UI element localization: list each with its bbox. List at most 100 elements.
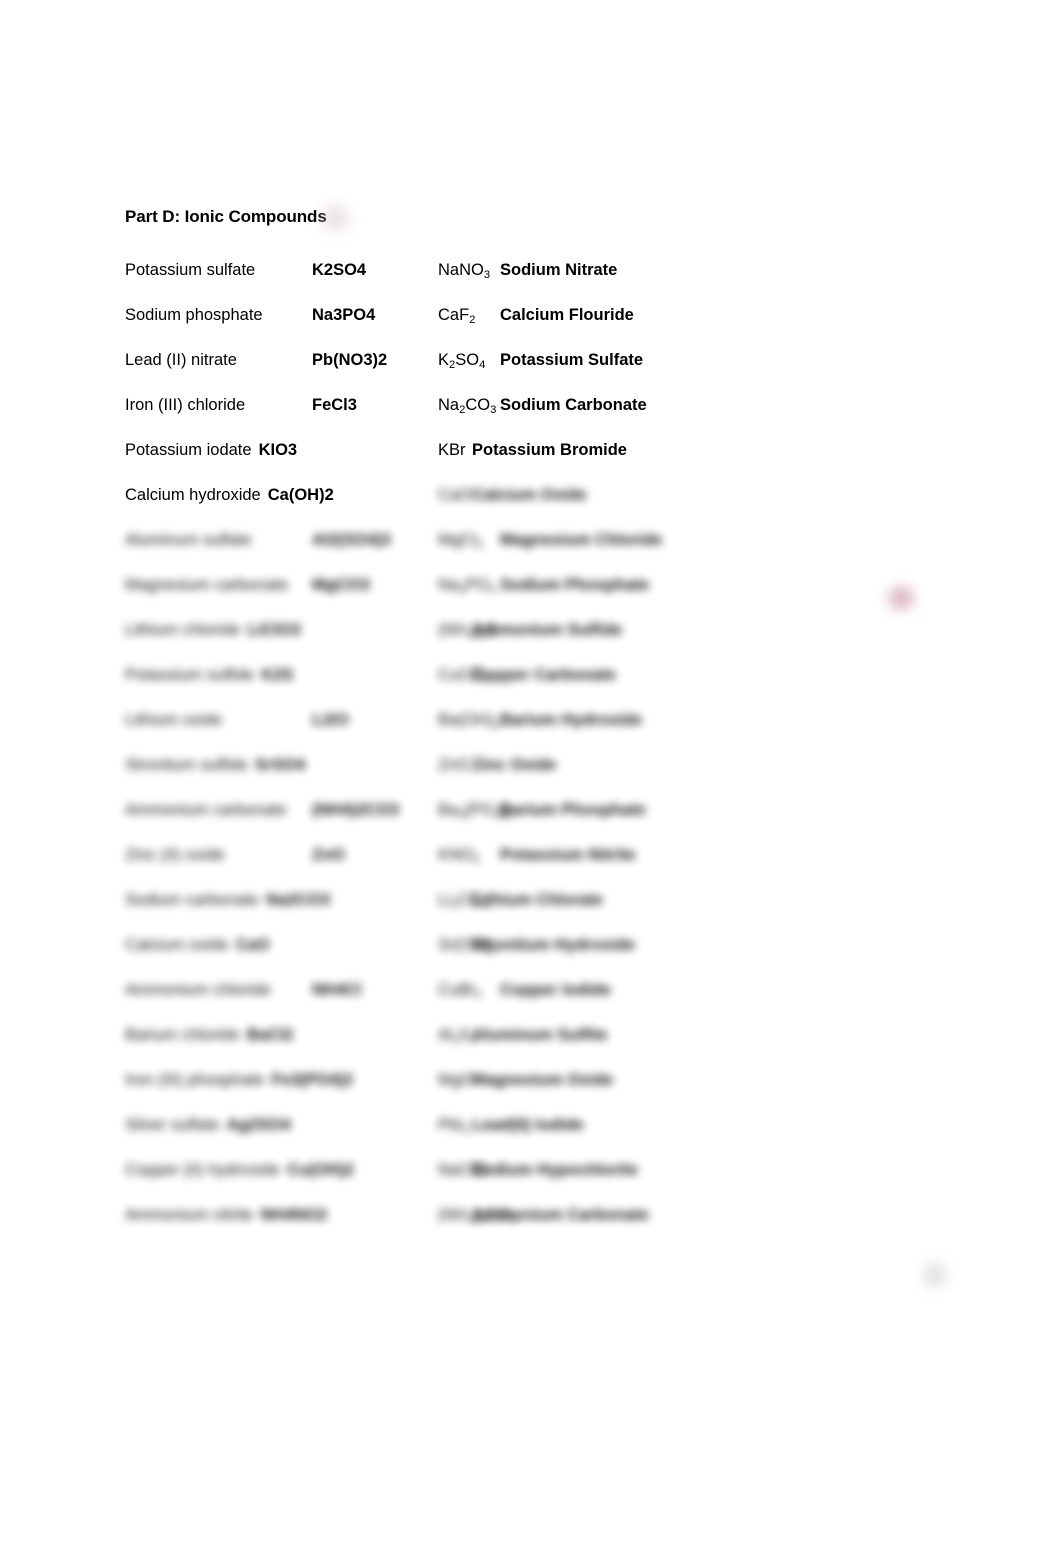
compound-formula: Na3PO4 <box>438 576 496 597</box>
compound-formula: PbI2 <box>438 1116 470 1137</box>
compound-left-pair: Sodium carbonate Na2CO3 <box>125 891 331 909</box>
compound-formula-answer: K2S <box>261 666 294 684</box>
footer-smudge-mark <box>923 1262 947 1288</box>
compound-left-pair: Calcium oxide CaO <box>125 936 270 954</box>
compound-left-pair: Potassium iodate KIO3 <box>125 441 298 459</box>
table-row: Iron (III) chloride FeCl3 Na2CO3 Sodium Car… <box>125 383 925 428</box>
table-row: Potassium iodate KIO3 KBr Potassium Bromide <box>125 428 925 473</box>
compound-name-answer: Aluminum Sulfite <box>472 1026 608 1044</box>
compound-formula-answer: Ca(OH)2 <box>267 486 334 504</box>
compound-name: Lithium oxide <box>125 711 223 729</box>
compound-name-answer: Lead(II) Iodide <box>472 1116 584 1134</box>
compound-formula: CuBr2 <box>438 981 482 1002</box>
compound-left-pair: Ammonium nitrite NH4NO2 <box>125 1206 328 1224</box>
table-row: Lithium chloride LiClO3 (NH4)2S Ammonium Su… <box>125 608 925 653</box>
compound-formula-answer: Pb(NO3)2 <box>312 351 388 369</box>
compound-name-answer: Calcium Flouride <box>500 306 634 324</box>
compound-left-pair: Iron (III) phosphate Fe3(PO4)2 <box>125 1071 353 1089</box>
compound-name: Barium chloride <box>125 1026 240 1044</box>
table-row: Ammonium nitrite NH4NO2 (NH4)2CO3 Ammonium … <box>125 1193 925 1238</box>
compound-formula-answer: KIO3 <box>258 441 298 459</box>
compound-formula-answer: CaO <box>235 936 270 954</box>
compound-formula-answer: ZnO <box>312 846 345 864</box>
compound-name: Iron (III) chloride <box>125 396 246 414</box>
compound-name-answer: Ammonium Sulfide <box>472 621 623 639</box>
compound-name-answer: Copper Carbonate <box>472 666 616 684</box>
compound-name: Aluminum sulfate <box>125 531 252 549</box>
compound-formula: CaO <box>438 486 472 504</box>
compound-name-answer: Calcium Oxide <box>472 486 587 504</box>
table-row: Ammonium chloride NH4Cl CuBr2 Copper Iodide <box>125 968 925 1013</box>
table-row: Strontium sulfide SrSO4 ZnO Zinc Oxide <box>125 743 925 788</box>
compound-name-answer: Potassium Sulfate <box>500 351 644 369</box>
compound-name-answer: Barium Phosphate <box>500 801 646 819</box>
compound-formula-answer: Ag2SO4 <box>226 1116 291 1134</box>
compound-formula: Ba(OH)2 <box>438 711 501 732</box>
compound-rows: Potassium sulfate K2SO4 NaNO3 Sodium Nitrat… <box>125 248 925 1238</box>
compound-left-pair: Copper (II) hydroxide Cu(OH)2 <box>125 1161 354 1179</box>
compound-name-answer: Magnesium Oxide <box>472 1071 614 1089</box>
compound-formula-answer: Na2CO3 <box>265 891 331 909</box>
compound-name-answer: Sodium Carbonate <box>500 396 647 414</box>
compound-name: Ammonium nitrite <box>125 1206 254 1224</box>
compound-name: Iron (III) phosphate <box>125 1071 265 1089</box>
compound-name: Potassium sulfate <box>125 261 256 279</box>
table-row: Lead (II) nitrate Pb(NO3)2 K2SO4 Potassium … <box>125 338 925 383</box>
compound-name: Sodium phosphate <box>125 306 263 324</box>
compound-formula-answer: BaCl2 <box>246 1026 294 1044</box>
table-row: Iron (III) phosphate Fe3(PO4)2 MgO Magnesiu… <box>125 1058 925 1103</box>
compound-formula-answer: NH4Cl <box>312 981 362 999</box>
compound-name: Sodium carbonate <box>125 891 259 909</box>
compound-name-answer: Strontium Hydroxide <box>472 936 636 954</box>
compound-name-answer: Copper Iodide <box>500 981 611 999</box>
compound-name-answer: Potassium Nitrite <box>500 846 636 864</box>
compound-name-answer: Sodium Hypochlorite <box>472 1161 638 1179</box>
compound-formula: Na2CO3 <box>438 396 497 417</box>
table-row: Potassium sulfide K2S CuCO3 Copper Carbonat… <box>125 653 925 698</box>
table-row: Barium chloride BaCl2 Al2S3 Aluminum Sulfit… <box>125 1013 925 1058</box>
compound-name-answer: Sodium Nitrate <box>500 261 618 279</box>
table-row: Ammonium carbonate (NH4)2CO3 Ba3(PO4)2 Bari… <box>125 788 925 833</box>
compound-name-answer: Sodium Phosphate <box>500 576 650 594</box>
compound-name: Potassium iodate <box>125 441 252 459</box>
compound-formula-answer: Na3PO4 <box>312 306 376 324</box>
compound-formula-answer: (NH4)2CO3 <box>312 801 400 819</box>
compound-formula-answer: NH4NO2 <box>260 1206 328 1224</box>
table-row: Sodium phosphate Na3PO4 CaF2 Calcium Flouri… <box>125 293 925 338</box>
compound-name: Strontium sulfide <box>125 756 248 774</box>
compound-left-pair: Potassium sulfide K2S <box>125 666 294 684</box>
compound-name-answer: Zinc Oxide <box>472 756 557 774</box>
compound-formula: Al2S3 <box>438 1026 477 1047</box>
compound-name: Magnesium carbonate <box>125 576 289 594</box>
table-row: Potassium sulfate K2SO4 NaNO3 Sodium Nitrat… <box>125 248 925 293</box>
compound-left-pair: Lithium chloride LiClO3 <box>125 621 301 639</box>
compound-name-answer: Ammonium Carbonate <box>472 1206 649 1224</box>
compound-formula: K2SO4 <box>438 351 486 372</box>
compound-formula-answer: Li2O <box>312 711 349 729</box>
compound-formula-answer: MgCO3 <box>312 576 370 594</box>
compound-formula: KBr <box>438 441 466 459</box>
table-row: Zinc (II) oxide ZnO KNO2 Potassium Nitrite <box>125 833 925 878</box>
compound-name: Calcium oxide <box>125 936 229 954</box>
compound-formula: KNO2 <box>438 846 481 867</box>
compound-name: Lead (II) nitrate <box>125 351 237 369</box>
compound-formula-answer: Cu(OH)2 <box>287 1161 354 1179</box>
table-row: Sodium carbonate Na2CO3 Li2CO3 Lithium Chlo… <box>125 878 925 923</box>
compound-formula-answer: LiClO3 <box>247 621 301 639</box>
compound-name-answer: Barium Hydroxide <box>500 711 643 729</box>
compound-formula: MgCl2 <box>438 531 483 552</box>
compound-name: Ammonium carbonate <box>125 801 287 819</box>
compound-left-pair: Silver sulfate Ag2SO4 <box>125 1116 291 1134</box>
compound-name: Lithium chloride <box>125 621 241 639</box>
table-row: Calcium hydroxide Ca(OH)2 CaO Calcium Oxide <box>125 473 925 518</box>
compound-formula: NaNO3 <box>438 261 491 282</box>
compound-formula-answer: SrSO4 <box>254 756 306 774</box>
table-row: Lithium oxide Li2O Ba(OH)2 Barium Hydroxide <box>125 698 925 743</box>
document-content: Part D: Ionic Compounds Potassium sulfat… <box>125 205 925 1238</box>
compound-name-answer: Lithium Chlorate <box>472 891 604 909</box>
document-page: Part D: Ionic Compounds Potassium sulfat… <box>0 0 1062 1556</box>
table-row: Silver sulfate Ag2SO4 PbI2 Lead(II) Iodide <box>125 1103 925 1148</box>
table-row: Magnesium carbonate MgCO3 Na3PO4 Sodium Pho… <box>125 563 925 608</box>
compound-name: Copper (II) hydroxide <box>125 1161 280 1179</box>
compound-formula-answer: FeCl3 <box>312 396 357 414</box>
